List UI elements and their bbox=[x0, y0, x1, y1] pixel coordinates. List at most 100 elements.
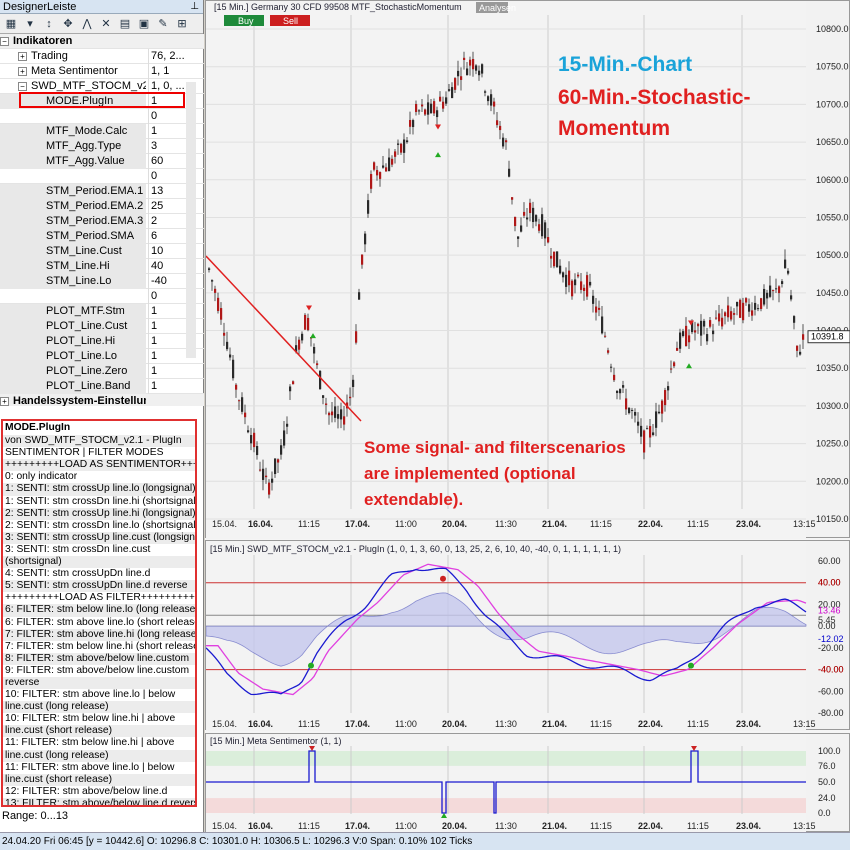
candle-body bbox=[679, 332, 682, 349]
description-line: 12: FILTER: stm above/below line.d bbox=[5, 785, 168, 797]
chart-line-icon[interactable]: ⋀ bbox=[78, 16, 96, 32]
panel-header: [15 Min.] Meta Sentimentor (1, 1) bbox=[210, 736, 342, 746]
y-tick-label: 10250.0 bbox=[816, 439, 849, 449]
tree-row-value[interactable]: 10 bbox=[148, 244, 188, 259]
candle-body bbox=[697, 323, 700, 327]
dropdown-icon[interactable]: ▾ bbox=[21, 16, 39, 32]
stochastic-chart[interactable]: [15 Min.] SWD_MTF_STOCM_v2.1 - PlugIn (1… bbox=[205, 541, 850, 731]
tree-row-value[interactable]: 3 bbox=[148, 139, 188, 154]
description-line: 6: FILTER: stm below line.lo (long relea… bbox=[3, 604, 195, 617]
price-chart-panel[interactable]: 10800.0 10750.0 10700.0 10650.0 10600.0 10550… bbox=[205, 0, 850, 539]
move-icon[interactable]: ✥ bbox=[59, 16, 77, 32]
cross-signal-marker bbox=[440, 575, 446, 582]
tree-row[interactable]: STM_Period.EMA.3 2 bbox=[0, 214, 204, 229]
description-line: 0: only indicator bbox=[5, 471, 78, 483]
candle-body bbox=[415, 103, 418, 112]
tree-row-value[interactable]: 1 bbox=[148, 94, 188, 109]
tree-row-value[interactable]: 76, 2... bbox=[148, 49, 188, 64]
candle-body bbox=[280, 445, 283, 455]
tree-row-value[interactable]: 25 bbox=[148, 199, 188, 214]
tree-row-value[interactable]: 6 bbox=[148, 229, 188, 244]
tree-row-value[interactable]: 1, 1 bbox=[148, 64, 188, 79]
tree-row-value[interactable]: 1 bbox=[148, 349, 188, 364]
description-line: 2: SENTI: stm crossDn line.lo (shortsign… bbox=[5, 519, 195, 531]
candle-body bbox=[733, 313, 736, 315]
x-tick-label: 13:15 bbox=[793, 719, 816, 729]
tree-row-text: PLOT_Line.Band bbox=[46, 380, 131, 392]
candle-body bbox=[259, 469, 262, 471]
candle-body bbox=[265, 475, 268, 478]
chart-icon[interactable]: ▤ bbox=[116, 16, 134, 32]
candle-body bbox=[772, 290, 775, 292]
tree-row[interactable]: STM_Period.SMA 6 bbox=[0, 229, 204, 244]
tree-row[interactable]: PLOT_Line.Zero 1 bbox=[0, 364, 204, 379]
tree-row[interactable]: MODE.PlugIn 1 bbox=[0, 94, 204, 109]
tree-row-value[interactable]: 13 bbox=[148, 184, 188, 199]
tree-row-value[interactable]: 1 bbox=[148, 124, 188, 139]
tree-row[interactable]: MTF_Agg.Type 3 bbox=[0, 139, 204, 154]
expand-icon[interactable]: + bbox=[18, 66, 27, 76]
description-line: 13: FILTER: stm above/below line.d rever… bbox=[3, 797, 195, 805]
tree-row[interactable]: PLOT_Line.Hi 1 bbox=[0, 334, 204, 349]
collapse-icon[interactable]: − bbox=[18, 81, 27, 91]
tree-row[interactable]: PLOT_MTF.Stm 1 bbox=[0, 304, 204, 319]
candle-body bbox=[460, 76, 463, 80]
tree-row[interactable]: −SWD_MTF_STOCM_v2....1, 0, ... bbox=[0, 79, 204, 94]
candle-body bbox=[727, 305, 730, 318]
tree-row-value[interactable]: 2 bbox=[148, 214, 188, 229]
tree-row[interactable]: 0 bbox=[0, 169, 204, 184]
sort-icon[interactable]: ↕ bbox=[40, 16, 58, 32]
tree-row[interactable]: STM_Line.Cust 10 bbox=[0, 244, 204, 259]
edit-icon[interactable]: ✎ bbox=[154, 16, 172, 32]
stochastic-panel[interactable]: [15 Min.] SWD_MTF_STOCM_v2.1 - PlugIn (1… bbox=[205, 540, 850, 731]
tree-row[interactable]: PLOT_Line.Cust 1 bbox=[0, 319, 204, 334]
tree-row[interactable]: STM_Line.Lo -40 bbox=[0, 274, 204, 289]
expand-icon[interactable]: + bbox=[18, 51, 27, 61]
tree-row[interactable]: + Trading 76, 2... bbox=[0, 49, 204, 64]
pin-icon[interactable]: ⊥ bbox=[190, 0, 199, 14]
tree-row-value[interactable]: 0 bbox=[148, 289, 188, 304]
x-tick-label: 11:30 bbox=[495, 519, 517, 529]
tree-row-value[interactable]: 60 bbox=[148, 154, 188, 169]
tree-row[interactable]: + Meta Sentimentor 1, 1 bbox=[0, 64, 204, 79]
expand-icon[interactable]: + bbox=[0, 396, 9, 406]
tree-row[interactable]: MTF_Agg.Value 60 bbox=[0, 154, 204, 169]
candle-body bbox=[247, 430, 250, 433]
tree-row-value[interactable]: 1 bbox=[148, 319, 188, 334]
tree-row-value[interactable]: 0 bbox=[148, 109, 188, 124]
tree-row[interactable]: + Handelssystem-Einstellungen bbox=[0, 394, 204, 406]
tree-row-value[interactable]: 1, 0, ... bbox=[148, 79, 188, 94]
grid-icon[interactable]: ⊞ bbox=[173, 16, 191, 32]
tree-row-value[interactable]: 1 bbox=[148, 304, 188, 319]
x-tick-label: 17.04. bbox=[345, 519, 370, 529]
tree-row[interactable]: STM_Period.EMA.1 13 bbox=[0, 184, 204, 199]
tree-row[interactable]: PLOT_Line.Lo 1 bbox=[0, 349, 204, 364]
tree-row-value[interactable]: 1 bbox=[148, 364, 188, 379]
tree-row-label: STM_Period.EMA.1 bbox=[0, 184, 146, 199]
tree-row[interactable]: − Indikatoren bbox=[0, 34, 204, 49]
candle-body bbox=[328, 412, 331, 416]
x-tick-label: 15.04. bbox=[212, 519, 237, 529]
collapse-icon[interactable]: − bbox=[0, 36, 9, 46]
tree-row-value[interactable]: 0 bbox=[148, 169, 188, 184]
tree-row-value[interactable]: 1 bbox=[148, 379, 188, 394]
tree-scrollbar[interactable] bbox=[186, 82, 196, 358]
sidebar-toolbar: ▦ ▾ ↕ ✥ ⋀ ✕ ▤ ▣ ✎ ⊞ bbox=[0, 14, 203, 34]
delete-icon[interactable]: ✕ bbox=[97, 16, 115, 32]
tree-row[interactable]: PLOT_Line.Band 1 bbox=[0, 379, 204, 394]
tree-row[interactable]: STM_Period.EMA.2 25 bbox=[0, 199, 204, 214]
price-chart[interactable]: 10800.0 10750.0 10700.0 10650.0 10600.0 10550… bbox=[205, 1, 850, 539]
sentimentor-chart[interactable]: [15 Min.] Meta Sentimentor (1, 1) 100.0 76… bbox=[206, 734, 850, 833]
tree-row[interactable]: 0 bbox=[0, 109, 204, 124]
tree-row-value[interactable]: 40 bbox=[148, 259, 188, 274]
sentimentor-panel[interactable]: [15 Min.] Meta Sentimentor (1, 1) 100.0 76… bbox=[205, 733, 850, 833]
tree-row[interactable]: 0 bbox=[0, 289, 204, 304]
y-tick-label: 10700.0 bbox=[816, 99, 849, 109]
tree-row-value[interactable]: -40 bbox=[148, 274, 188, 289]
properties-icon[interactable]: ▦ bbox=[2, 16, 20, 32]
tree-row[interactable]: STM_Line.Hi 40 bbox=[0, 259, 204, 274]
property-tree: − Indikatoren + Trading 76, 2... + Meta Sentim… bbox=[0, 34, 204, 406]
layout-icon[interactable]: ▣ bbox=[135, 16, 153, 32]
tree-row-value[interactable]: 1 bbox=[148, 334, 188, 349]
tree-row[interactable]: MTF_Mode.Calc 1 bbox=[0, 124, 204, 139]
